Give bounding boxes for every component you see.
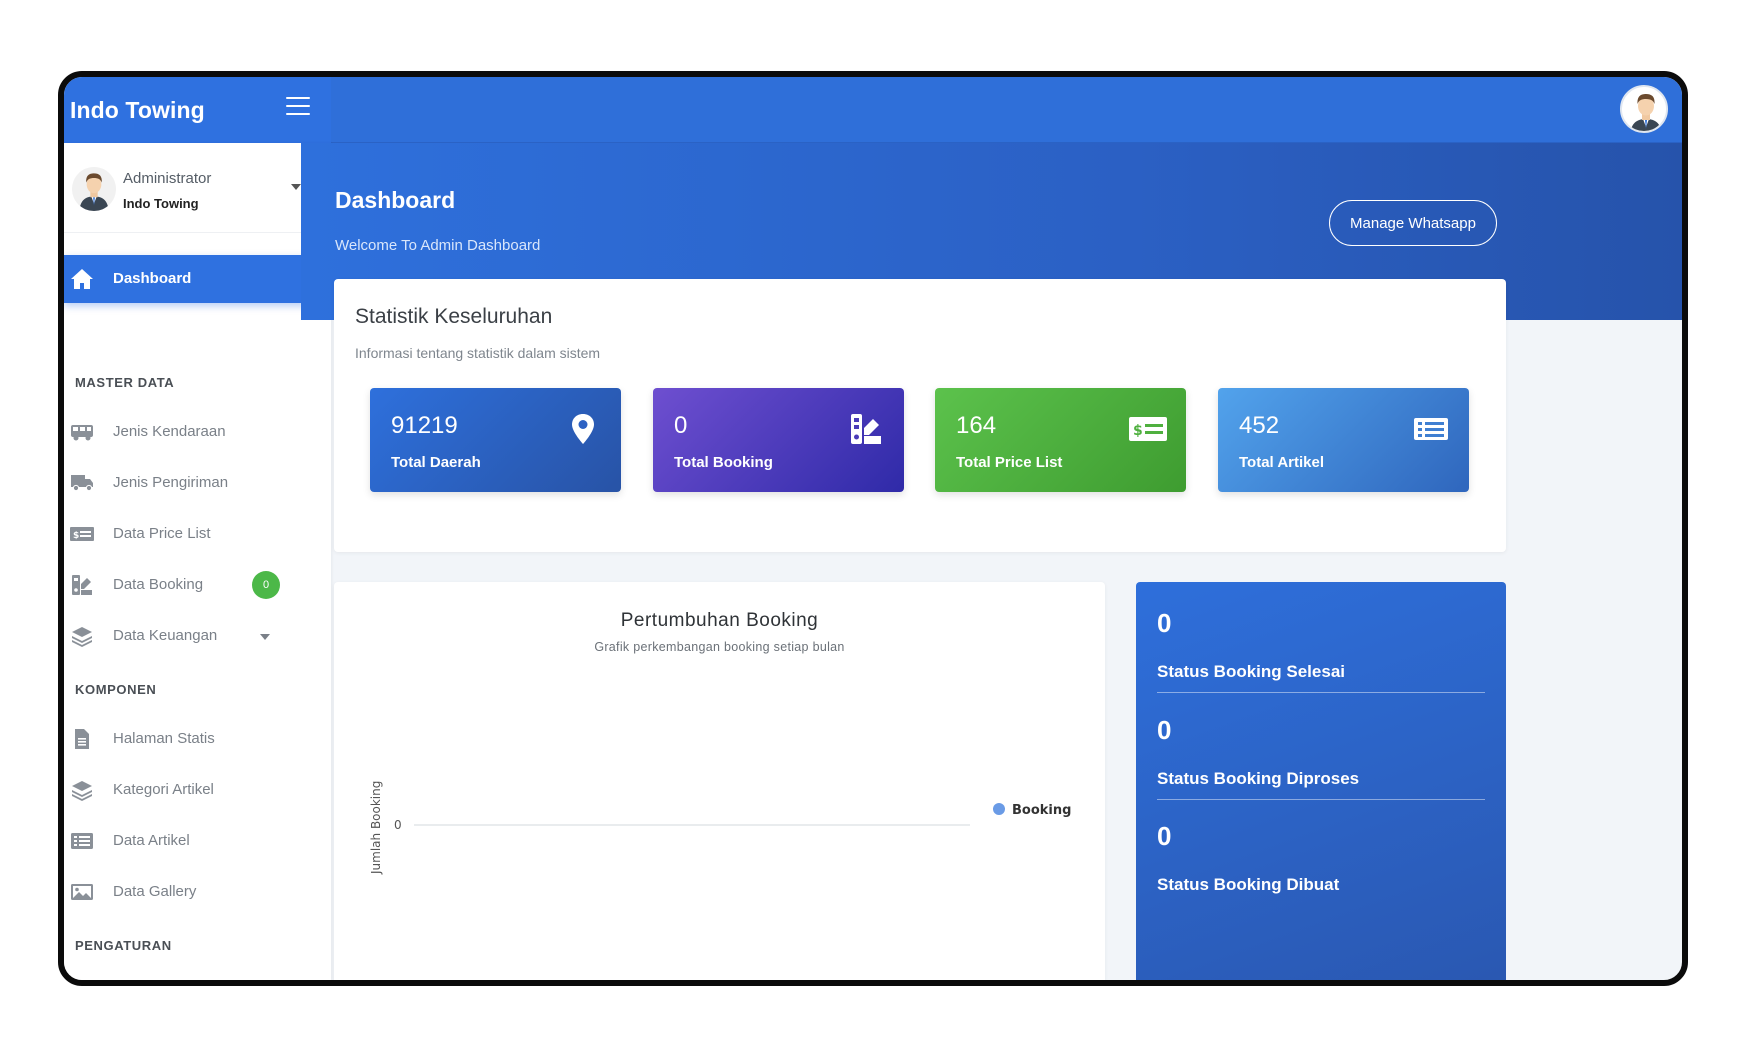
page-title: Dashboard xyxy=(335,187,456,213)
divider xyxy=(1157,799,1485,800)
image-icon xyxy=(70,881,94,903)
chevron-down-icon xyxy=(260,634,270,640)
stat-tile-total-booking[interactable]: 0 Total Booking xyxy=(653,388,904,492)
chart-y-axis-label: Jumlah Booking xyxy=(369,781,383,875)
stat-label: Total Artikel xyxy=(1239,454,1325,471)
swatchbook-icon xyxy=(846,412,886,446)
swatchbook-icon xyxy=(70,574,94,596)
device-frame: Indo Towing Administrator Indo Towing Da… xyxy=(58,71,1688,986)
user-avatar xyxy=(72,167,116,211)
status-value: 0 xyxy=(1157,821,1172,851)
stat-value: 0 xyxy=(674,412,688,439)
status-label: Status Booking Diproses xyxy=(1157,769,1360,788)
stat-value: 452 xyxy=(1239,412,1280,439)
stat-value: 91219 xyxy=(391,412,458,439)
list-alt-icon xyxy=(1411,412,1451,446)
sidebar-item-data-artikel[interactable]: Data Artikel xyxy=(64,821,315,861)
sidebar-item-dashboard[interactable]: Dashboard xyxy=(64,255,315,303)
profile-avatar[interactable] xyxy=(1620,85,1668,133)
booking-count-badge: 0 xyxy=(252,571,280,599)
stat-value: 164 xyxy=(956,412,997,439)
stat-tile-total-artikel[interactable]: 452 Total Artikel xyxy=(1218,388,1469,492)
stats-subtitle: Informasi tentang statistik dalam sistem xyxy=(355,345,601,361)
sidebar-item-label: Data Keuangan xyxy=(113,627,218,644)
sidebar-item-kategori-artikel[interactable]: Kategori Artikel xyxy=(64,770,315,810)
stats-title: Statistik Keseluruhan xyxy=(355,305,553,328)
stat-label: Total Booking xyxy=(674,454,773,471)
section-master-data: MASTER DATA xyxy=(75,375,175,390)
stat-tile-total-daerah[interactable]: 91219 Total Daerah xyxy=(370,388,621,492)
booking-status-card: 0 Status Booking Selesai 0 Status Bookin… xyxy=(1136,582,1506,980)
sidebar-item-data-keuangan[interactable]: Data Keuangan xyxy=(64,616,315,656)
stat-label: Total Daerah xyxy=(391,454,481,471)
booking-chart: Jumlah Booking 0 Booking xyxy=(369,781,1071,875)
sidebar-item-label: Dashboard xyxy=(113,270,192,287)
sidebar-item-label: Data Booking xyxy=(113,576,204,593)
sidebar-item-jenis-kendaraan[interactable]: Jenis Kendaraan xyxy=(64,412,315,452)
user-panel: Administrator Indo Towing xyxy=(64,143,320,233)
booking-chart-card: Pertumbuhan Booking Grafik perkembangan … xyxy=(334,582,1105,980)
sidebar-item-label: Jenis Pengiriman xyxy=(113,474,229,491)
status-label: Status Booking Dibuat xyxy=(1157,875,1340,894)
list-alt-icon xyxy=(70,830,94,852)
home-icon xyxy=(70,268,94,295)
status-value: 0 xyxy=(1157,608,1172,638)
svg-text:$: $ xyxy=(73,531,79,541)
page-subtitle: Welcome To Admin Dashboard xyxy=(335,237,541,254)
truck-icon xyxy=(70,472,94,494)
user-menu-caret-icon[interactable] xyxy=(291,184,301,190)
sidebar-item-data-booking[interactable]: Data Booking 0 xyxy=(64,565,315,605)
bus-icon xyxy=(70,421,94,443)
section-komponen: KOMPONEN xyxy=(75,682,157,697)
chart-legend-marker xyxy=(993,803,1005,815)
status-label: Status Booking Selesai xyxy=(1157,662,1345,681)
divider xyxy=(1157,692,1485,693)
sidebar-item-label: Halaman Statis xyxy=(113,730,215,747)
user-org: Indo Towing xyxy=(123,196,199,211)
money-bill-icon: $ xyxy=(1128,412,1168,446)
manage-whatsapp-button[interactable]: Manage Whatsapp xyxy=(1329,200,1497,246)
menu-toggle-icon[interactable] xyxy=(286,97,310,117)
money-bill-icon: $ xyxy=(70,523,94,545)
chart-title: Pertumbuhan Booking xyxy=(620,610,819,631)
sidebar-item-label: Data Price List xyxy=(113,525,211,542)
sidebar-item-label: Kategori Artikel xyxy=(113,781,214,798)
chart-subtitle: Grafik perkembangan booking setiap bulan xyxy=(594,640,845,654)
sidebar-item-jenis-pengiriman[interactable]: Jenis Pengiriman xyxy=(64,463,315,503)
sidebar-item-data-price-list[interactable]: $ Data Price List xyxy=(64,514,315,554)
user-name: Administrator xyxy=(123,170,212,187)
layers-icon xyxy=(70,625,94,647)
sidebar-item-label: Data Gallery xyxy=(113,883,197,900)
stats-card: Statistik Keseluruhan Informasi tentang … xyxy=(334,279,1506,552)
top-navbar xyxy=(331,77,1682,143)
svg-text:$: $ xyxy=(1133,423,1143,439)
section-pengaturan: PENGATURAN xyxy=(75,938,172,953)
sidebar: Administrator Indo Towing Dashboard MAST… xyxy=(64,143,331,980)
file-icon xyxy=(70,728,94,750)
sidebar-item-halaman-statis[interactable]: Halaman Statis xyxy=(64,719,315,759)
layers-icon xyxy=(70,779,94,801)
stat-label: Total Price List xyxy=(956,454,1063,471)
brand-bar: Indo Towing xyxy=(64,77,331,143)
chart-y-tick-label: 0 xyxy=(394,818,402,832)
sidebar-item-label: Jenis Kendaraan xyxy=(113,423,226,440)
map-marker-icon xyxy=(563,412,603,446)
app-screen: Indo Towing Administrator Indo Towing Da… xyxy=(64,77,1682,980)
chart-legend-label[interactable]: Booking xyxy=(1012,803,1071,818)
sidebar-item-data-gallery[interactable]: Data Gallery xyxy=(64,872,315,912)
stat-tile-total-price-list[interactable]: 164 Total Price List $ xyxy=(935,388,1186,492)
sidebar-item-label: Data Artikel xyxy=(113,832,190,849)
app-title[interactable]: Indo Towing xyxy=(70,97,205,124)
status-value: 0 xyxy=(1157,715,1172,745)
